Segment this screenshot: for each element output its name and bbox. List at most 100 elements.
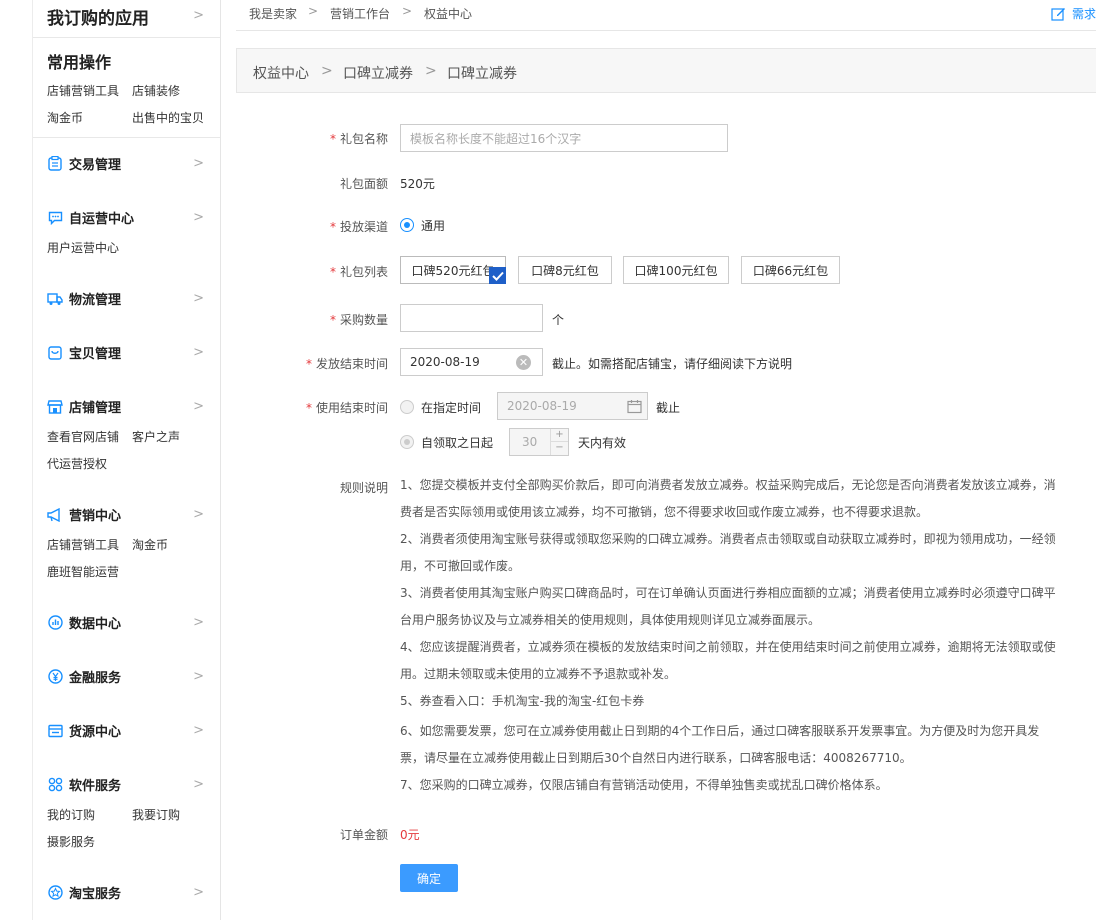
use-opt1-label: 在指定时间 bbox=[421, 401, 482, 415]
chart-icon bbox=[47, 615, 63, 631]
confirm-button[interactable]: 确定 bbox=[400, 864, 458, 892]
gift-face-value: 520元 bbox=[400, 177, 435, 191]
chat-icon bbox=[47, 210, 63, 226]
chevron-right-icon[interactable]: > bbox=[193, 777, 204, 792]
chevron-right-icon[interactable]: > bbox=[193, 399, 204, 414]
sidebar-item-store[interactable]: 店铺管理 bbox=[47, 397, 121, 416]
sidebar-item-label: 金融服务 bbox=[69, 671, 122, 686]
increment-icon[interactable]: + bbox=[550, 429, 568, 442]
link-shop-marketing[interactable]: 店铺营销工具 bbox=[47, 82, 119, 99]
divider bbox=[33, 37, 220, 38]
channel-label: * 投放渠道 bbox=[329, 220, 388, 234]
gift-list-label: * 礼包列表 bbox=[329, 265, 388, 279]
rules-label: 规则说明 bbox=[339, 481, 388, 495]
breadcrumb-item[interactable]: 营销工作台 bbox=[330, 5, 390, 22]
channel-radio-general[interactable] bbox=[400, 218, 414, 232]
gift-chip-520[interactable]: 口碑520元红包 bbox=[400, 256, 506, 284]
chevron-right-icon[interactable]: > bbox=[193, 8, 204, 23]
rule-item: 7、您采购的口碑立减券，仅限店铺自有营销活动使用，不得单独售卖或扰乱口碑价格体系… bbox=[400, 778, 888, 792]
decrement-icon[interactable]: − bbox=[550, 442, 568, 455]
chevron-right-icon[interactable]: > bbox=[193, 669, 204, 684]
link-user-operation[interactable]: 用户运营中心 bbox=[47, 239, 119, 256]
sidebar-item-label: 淘宝服务 bbox=[69, 887, 122, 902]
chevron-right-icon[interactable]: > bbox=[193, 210, 204, 225]
rule-item: 6、如您需要发票，您可在立减券使用截止日到期的4个工作日后，通过口碑客服联系开发… bbox=[400, 724, 1040, 765]
chevron-right-icon[interactable]: > bbox=[193, 345, 204, 360]
gift-face-label: 礼包面额 bbox=[339, 177, 388, 191]
chevron-right-icon[interactable]: > bbox=[193, 885, 204, 900]
sidebar-item-label: 自运营中心 bbox=[69, 212, 135, 227]
requirement-link[interactable]: 需求 bbox=[1051, 5, 1096, 22]
clear-icon[interactable]: ✕ bbox=[516, 355, 531, 370]
requirement-label: 需求 bbox=[1072, 7, 1096, 21]
breadcrumb-item[interactable]: 权益中心 bbox=[253, 63, 309, 83]
sidebar-item-marketing[interactable]: 营销中心 bbox=[47, 505, 121, 524]
chevron-right-icon[interactable]: > bbox=[193, 156, 204, 171]
chevron-right-icon[interactable]: > bbox=[193, 291, 204, 306]
sidebar-item-label: 物流管理 bbox=[69, 293, 122, 308]
rule-item: 2、消费者须使用淘宝账号获得或领取您采购的口碑立减券。消费者点击领取或自动获取立… bbox=[400, 532, 1056, 573]
link-agency-authorization[interactable]: 代运营授权 bbox=[47, 455, 107, 472]
edit-icon bbox=[1051, 7, 1065, 21]
gift-chip-66[interactable]: 口碑66元红包 bbox=[741, 256, 840, 284]
sidebar-item-items[interactable]: 宝贝管理 bbox=[47, 343, 121, 362]
rule-item: 1、您提交模板并支付全部购买价款后，即可向消费者发放立减券。权益采购完成后，无论… bbox=[400, 478, 1056, 519]
chevron-right-icon[interactable]: > bbox=[193, 615, 204, 630]
amount-label: 订单金额 bbox=[339, 828, 388, 842]
breadcrumb-item[interactable]: 我是卖家 bbox=[249, 5, 297, 22]
use-opt2-suffix: 天内有效 bbox=[578, 436, 627, 450]
rule-item: 5、券查看入口：手机淘宝-我的淘宝-红包卡券 bbox=[400, 694, 645, 708]
link-subscribe[interactable]: 我要订购 bbox=[132, 806, 180, 823]
breadcrumb-item[interactable]: 口碑立减券 bbox=[343, 63, 413, 83]
link-view-official-store[interactable]: 查看官网店铺 bbox=[47, 428, 119, 445]
quantity-label: * 采购数量 bbox=[329, 313, 388, 327]
sidebar-item-data[interactable]: 数据中心 bbox=[47, 613, 121, 632]
sidebar-item-finance[interactable]: 金融服务 bbox=[47, 667, 121, 686]
sidebar-item-label: 数据中心 bbox=[69, 617, 122, 632]
sidebar-item-taobao-service[interactable]: 淘宝服务 bbox=[47, 883, 121, 902]
divider bbox=[33, 137, 220, 138]
issue-end-label: * 发放结束时间 bbox=[305, 357, 388, 371]
issue-end-date-input[interactable]: 2020-08-19 ✕ bbox=[400, 348, 543, 376]
link-taojinbi[interactable]: 淘金币 bbox=[47, 109, 83, 126]
breadcrumb-item: 口碑立减券 bbox=[447, 66, 517, 82]
link-taojinbi-2[interactable]: 淘金币 bbox=[132, 536, 168, 553]
box-icon bbox=[47, 723, 63, 739]
store-icon bbox=[47, 399, 63, 415]
link-shop-marketing-tools[interactable]: 店铺营销工具 bbox=[47, 536, 119, 553]
quantity-unit: 个 bbox=[552, 313, 565, 327]
date-value: 2020-08-19 bbox=[410, 355, 480, 369]
breadcrumb-separator: > bbox=[321, 63, 333, 79]
bag-icon bbox=[47, 345, 63, 361]
sidebar: 我订购的应用 > 常用操作 店铺营销工具 店铺装修 淘金币 出售中的宝贝 交易管… bbox=[32, 0, 221, 920]
clipboard-icon bbox=[47, 156, 63, 172]
gift-chip-100[interactable]: 口碑100元红包 bbox=[623, 256, 729, 284]
common-actions-title: 常用操作 bbox=[47, 53, 112, 72]
page-breadcrumb: 权益中心 > 口碑立减券 > 口碑立减券 bbox=[236, 48, 1096, 93]
use-days-stepper[interactable]: 30 + − bbox=[509, 428, 569, 456]
sidebar-item-software[interactable]: 软件服务 bbox=[47, 775, 121, 794]
use-end-radio-specified[interactable] bbox=[400, 400, 414, 414]
sidebar-item-self-operation[interactable]: 自运营中心 bbox=[47, 208, 134, 227]
sidebar-item-supply[interactable]: 货源中心 bbox=[47, 721, 121, 740]
gift-chip-8[interactable]: 口碑8元红包 bbox=[518, 256, 612, 284]
chevron-right-icon[interactable]: > bbox=[193, 723, 204, 738]
link-shop-decoration[interactable]: 店铺装修 bbox=[132, 82, 180, 99]
sidebar-item-logistics[interactable]: 物流管理 bbox=[47, 289, 121, 308]
link-luban[interactable]: 鹿班智能运营 bbox=[47, 563, 119, 580]
star-icon bbox=[47, 885, 63, 901]
channel-option-label: 通用 bbox=[421, 219, 446, 233]
link-on-sale-items[interactable]: 出售中的宝贝 bbox=[132, 109, 204, 126]
link-customer-voice[interactable]: 客户之声 bbox=[132, 428, 180, 445]
link-photo-service[interactable]: 摄影服务 bbox=[47, 833, 95, 850]
gift-name-input[interactable]: 模板名称长度不能超过16个汉字 bbox=[400, 124, 728, 152]
quantity-input[interactable] bbox=[400, 304, 543, 332]
ordered-apps-title[interactable]: 我订购的应用 bbox=[47, 4, 149, 29]
top-breadcrumb: 我是卖家 > 营销工作台 > 权益中心 需求 bbox=[236, 0, 1096, 31]
link-my-subscriptions[interactable]: 我的订购 bbox=[47, 806, 95, 823]
chevron-right-icon[interactable]: > bbox=[193, 507, 204, 522]
truck-icon bbox=[47, 291, 63, 307]
use-end-date-input[interactable]: 2020-08-19 bbox=[497, 392, 648, 420]
sidebar-item-trade[interactable]: 交易管理 bbox=[47, 154, 121, 173]
use-opt2-label: 自领取之日起 bbox=[421, 436, 494, 450]
